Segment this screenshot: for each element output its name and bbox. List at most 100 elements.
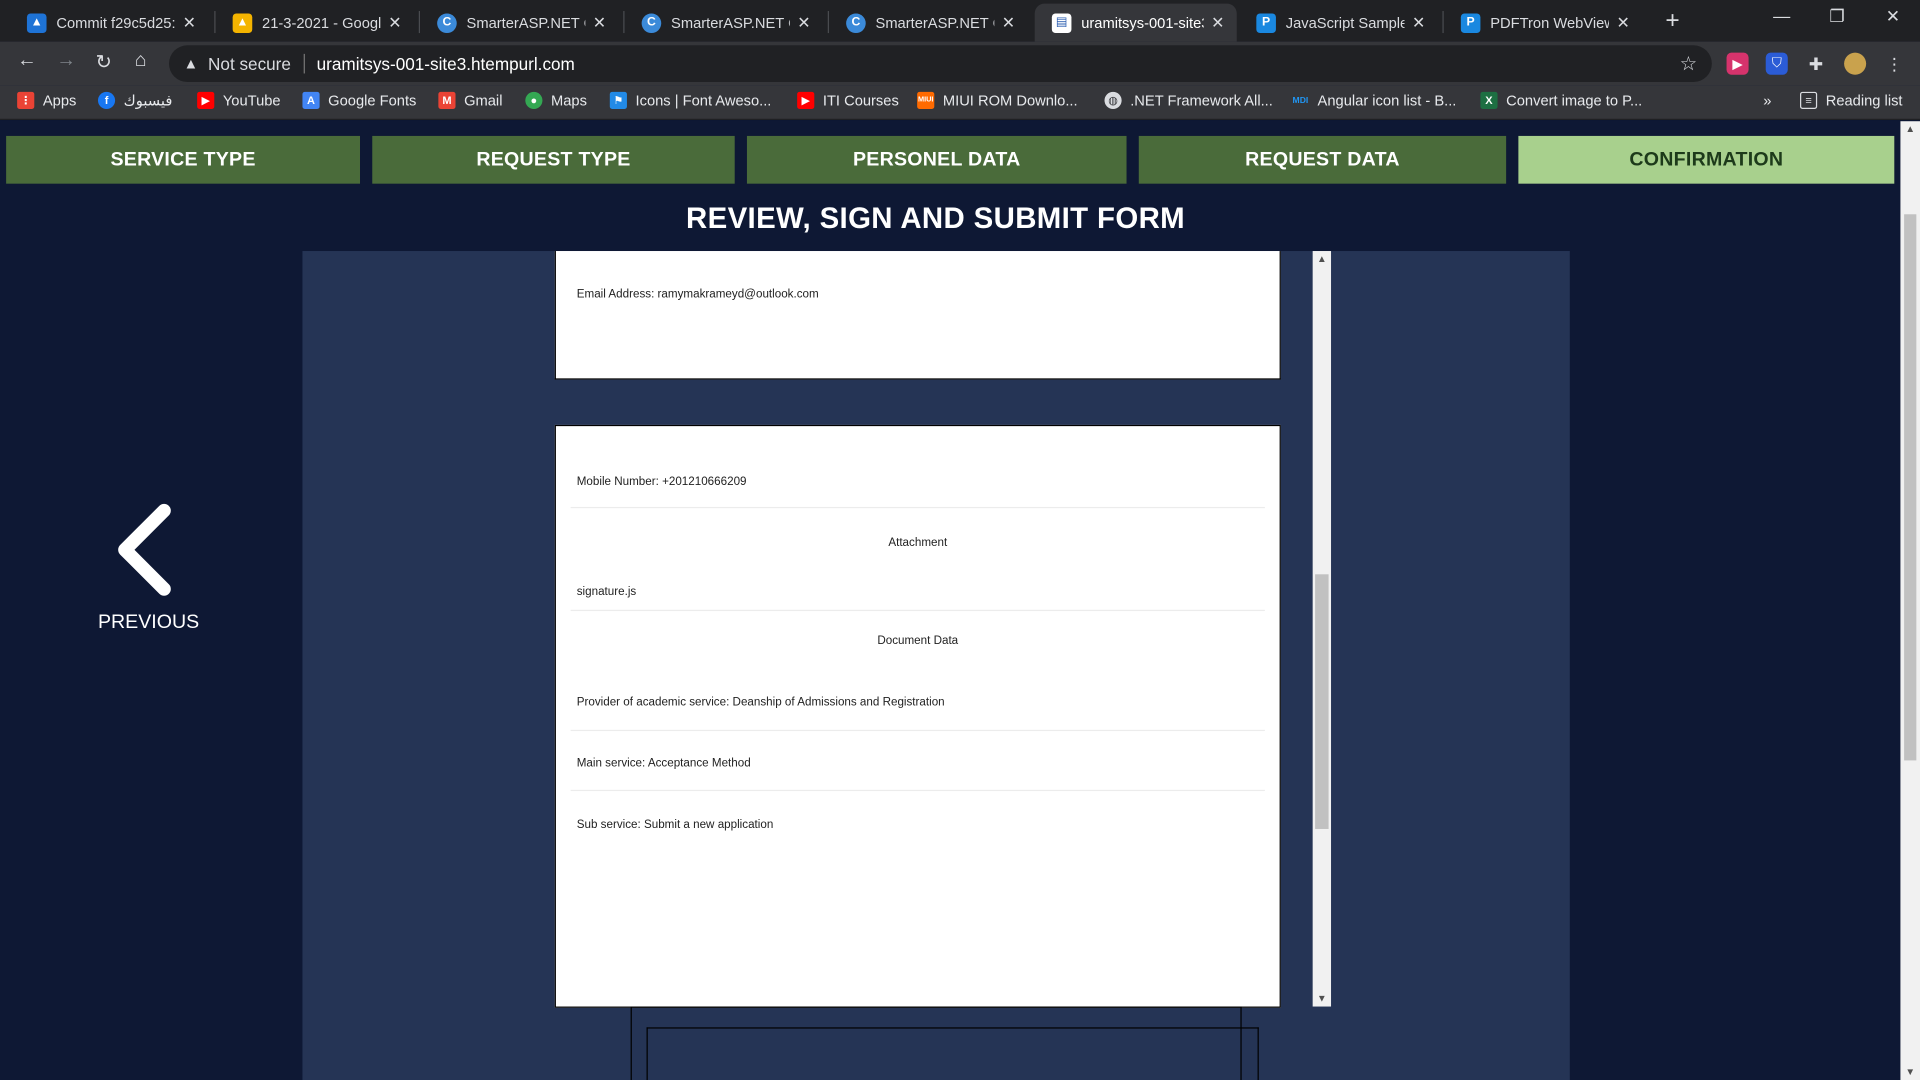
bookmark-miui[interactable]: MIUI MIUI ROM Downlo... [917,91,1078,109]
attachment-heading: Attachment [888,536,948,550]
page-title: REVIEW, SIGN AND SUBMIT FORM [686,202,1186,236]
browser-tab[interactable]: ▲ 21-3-2021 - Google ✕ [216,4,414,42]
document-icon: ▤ [1051,12,1072,33]
restore-icon[interactable]: ❐ [1829,6,1844,27]
bookmark-google-fonts[interactable]: A Google Fonts [302,91,416,109]
close-tab-icon[interactable]: ✕ [1616,13,1629,33]
close-tab-icon[interactable]: ✕ [1211,13,1224,33]
globe-icon: ◍ [1104,91,1122,109]
smarterasp-icon: C [437,12,457,33]
bookmark-dotnet[interactable]: ◍ .NET Framework All... [1104,91,1273,109]
step-personel-data[interactable]: PERSONEL DATA [746,135,1127,184]
extensions-puzzle-icon[interactable]: ✚ [1805,53,1827,75]
previous-button[interactable]: PREVIOUS [97,503,200,634]
main-service-field: Main service: Acceptance Method [576,756,751,771]
new-tab-button[interactable]: + [1665,7,1679,35]
step-confirmation[interactable]: CONFIRMATION [1518,135,1895,184]
mobile-field: Mobile Number: +201210666209 [576,475,747,489]
avatar[interactable] [1844,52,1867,75]
bookmark-font-awesome[interactable]: ⚑ Icons | Font Aweso... [609,91,771,109]
bookmark-angular-icons[interactable]: MDI Angular icon list - B... [1292,92,1457,109]
pdf-scrollbar-thumb[interactable] [1315,574,1329,829]
close-tab-icon[interactable]: ✕ [183,13,196,33]
browser-toolbar: ← → ↻ ⌂ ▲ Not secure uramitsys-001-site3… [0,41,1920,86]
excel-icon: X [1480,91,1498,109]
browser-tab[interactable]: C SmarterASP.NET Co ✕ [829,4,1027,42]
close-tab-icon[interactable]: ✕ [593,13,606,33]
browser-tab-strip: ▲ Commit f29c5d25: I ✕ ▲ 21-3-2021 - Goo… [0,0,1920,42]
sub-service-field: Sub service: Submit a new application [576,817,774,832]
mdi-icon: MDI [1292,96,1309,105]
minimize-icon[interactable]: — [1773,6,1790,26]
step-request-type[interactable]: REQUEST TYPE [372,135,735,184]
warning-icon[interactable]: ▲ [184,55,199,72]
step-request-data[interactable]: REQUEST DATA [1138,135,1507,184]
pdftron-icon: P [1256,12,1276,33]
bookmark-gmail[interactable]: M Gmail [438,91,502,109]
google-fonts-icon: A [302,91,320,109]
youtube-icon: ▶ [197,91,215,109]
bookmark-star-icon[interactable]: ☆ [1680,51,1698,75]
browser-tab[interactable]: P JavaScript Samples ✕ [1239,4,1437,42]
close-tab-icon[interactable]: ✕ [1412,13,1425,33]
page-scrollbar[interactable]: ▲ ▼ [1900,121,1920,1080]
scroll-up-icon[interactable]: ▲ [1313,253,1331,264]
pdf-page-1: Email Address: ramymakrameyd@outlook.com [554,251,1281,380]
google-drive-icon: ▲ [232,12,253,33]
provider-field: Provider of academic service: Deanship o… [576,695,945,709]
facebook-icon: f [97,91,116,109]
address-bar[interactable]: ▲ Not secure uramitsys-001-site3.htempur… [168,45,1712,83]
bookmark-facebook[interactable]: f فيسبوك [97,91,172,109]
email-field: Email Address: ramymakrameyd@outlook.com [576,287,819,302]
maps-icon: ● [525,91,543,109]
browser-tab[interactable]: C SmarterASP.NET Co ✕ [420,4,618,42]
bookmark-convert-image[interactable]: X Convert image to P... [1480,91,1642,109]
font-awesome-icon: ⚑ [609,91,627,109]
shield-extension-icon[interactable]: ⛉ [1765,52,1788,75]
bookmark-maps[interactable]: ● Maps [525,91,587,109]
page-scrollbar-thumb[interactable] [1904,214,1917,761]
miui-icon: MIUI [917,91,935,109]
signature-pad[interactable] [646,1027,1259,1080]
youtube-icon: ▶ [797,91,815,109]
bookmarks-bar: ⋮ Apps f فيسبوك ▶ YouTube A Google Fonts… [0,85,1920,121]
document-data-heading: Document Data [877,634,959,648]
reading-list-icon: ≡ [1800,91,1818,109]
smarterasp-icon: C [641,12,662,33]
close-window-icon[interactable]: ✕ [1886,6,1900,27]
browser-tab-active[interactable]: ▤ uramitsys-001-site3 ✕ [1034,3,1237,42]
menu-dots-icon[interactable]: ⋮ [1883,53,1905,75]
scroll-down-icon[interactable]: ▼ [1900,1067,1920,1078]
gmail-icon: M [438,91,456,109]
bookmark-youtube[interactable]: ▶ YouTube [197,91,281,109]
previous-label: PREVIOUS [97,612,200,634]
pdf-page-2: Mobile Number: +201210666209 Attachment … [554,424,1281,1008]
azure-devops-icon: ▲ [26,12,47,33]
security-status[interactable]: Not secure [208,54,291,74]
chevron-left-icon [118,503,171,596]
bookmarks-overflow-button[interactable]: » [1763,92,1771,109]
apps-grid-icon: ⋮ [17,91,35,109]
back-icon[interactable]: ← [17,50,37,72]
step-service-type[interactable]: SERVICE TYPE [6,135,361,184]
reload-icon[interactable]: ↻ [96,50,112,74]
scroll-down-icon[interactable]: ▼ [1313,993,1331,1004]
pdftron-icon: P [1460,12,1481,33]
browser-tab[interactable]: C SmarterASP.NET Co ✕ [624,4,822,42]
forward-icon[interactable]: → [56,50,76,72]
close-tab-icon[interactable]: ✕ [797,13,810,33]
url-text[interactable]: uramitsys-001-site3.htempurl.com [317,54,575,74]
smarterasp-icon: C [846,12,866,33]
browser-tab[interactable]: P PDFTron WebViewer ✕ [1444,4,1642,42]
browser-tab[interactable]: ▲ Commit f29c5d25: I ✕ [10,4,208,42]
close-tab-icon[interactable]: ✕ [1002,13,1015,33]
bookmark-iti-courses[interactable]: ▶ ITI Courses [797,91,899,109]
home-icon[interactable]: ⌂ [135,50,147,72]
bookmark-apps[interactable]: ⋮ Apps [17,91,76,109]
scroll-up-icon[interactable]: ▲ [1900,124,1920,135]
attachment-file: signature.js [576,585,637,599]
close-tab-icon[interactable]: ✕ [388,13,401,33]
extension-icon[interactable]: ▶ [1726,52,1749,75]
reading-list-button[interactable]: ≡ Reading list [1800,91,1903,109]
pdf-scrollbar[interactable]: ▲ ▼ [1312,251,1332,1007]
